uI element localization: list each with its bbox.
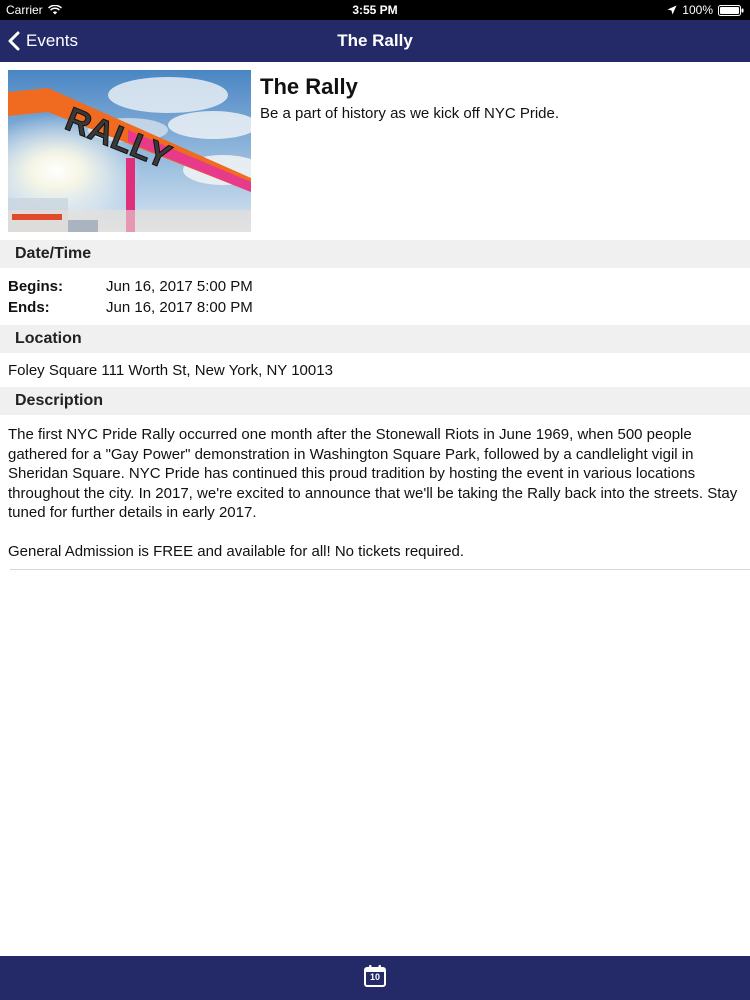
event-subtitle: Be a part of history as we kick off NYC … [260, 105, 560, 122]
back-button-label: Events [26, 31, 78, 50]
calendar-tab[interactable]: 10 [363, 964, 387, 993]
status-bar: Carrier 3:55 PM 100% [0, 0, 750, 20]
divider [10, 568, 750, 570]
status-right: 100% [667, 3, 744, 17]
datetime-block: Begins: Jun 16, 2017 5:00 PM Ends: Jun 1… [0, 268, 750, 325]
chevron-left-icon [8, 31, 20, 51]
carrier-label: Carrier [6, 3, 43, 17]
location-header: Location [0, 325, 750, 353]
ends-value: Jun 16, 2017 8:00 PM [106, 299, 253, 316]
event-detail: RALLY The Rally Be a part of history as … [0, 62, 750, 570]
begins-value: Jun 16, 2017 5:00 PM [106, 278, 253, 295]
location-arrow-icon [667, 5, 677, 15]
status-time: 3:55 PM [352, 3, 398, 17]
nav-title: The Rally [337, 31, 413, 50]
description-text: The first NYC Pride Rally occurred one m… [8, 426, 738, 560]
event-title: The Rally [260, 74, 358, 99]
event-hero: RALLY The Rally Be a part of history as … [0, 62, 750, 240]
status-left: Carrier [6, 3, 62, 17]
datetime-header: Date/Time [0, 240, 750, 268]
wifi-icon [47, 5, 62, 15]
back-button[interactable]: Events [8, 20, 78, 62]
battery-icon [718, 4, 744, 16]
tab-bar: 10 [0, 956, 750, 1000]
event-image: RALLY [8, 70, 251, 232]
begins-label: Begins: [8, 278, 64, 295]
battery-percent: 100% [682, 3, 713, 17]
nav-bar: Events The Rally [0, 20, 750, 62]
location-value[interactable]: Foley Square 111 Worth St, New York, NY … [0, 353, 750, 387]
ends-label: Ends: [8, 299, 50, 316]
calendar-day: 10 [369, 971, 380, 982]
description-header: Description [0, 387, 750, 415]
begins-row: Begins: Jun 16, 2017 5:00 PM [0, 276, 750, 297]
ends-row: Ends: Jun 16, 2017 8:00 PM [0, 297, 750, 318]
